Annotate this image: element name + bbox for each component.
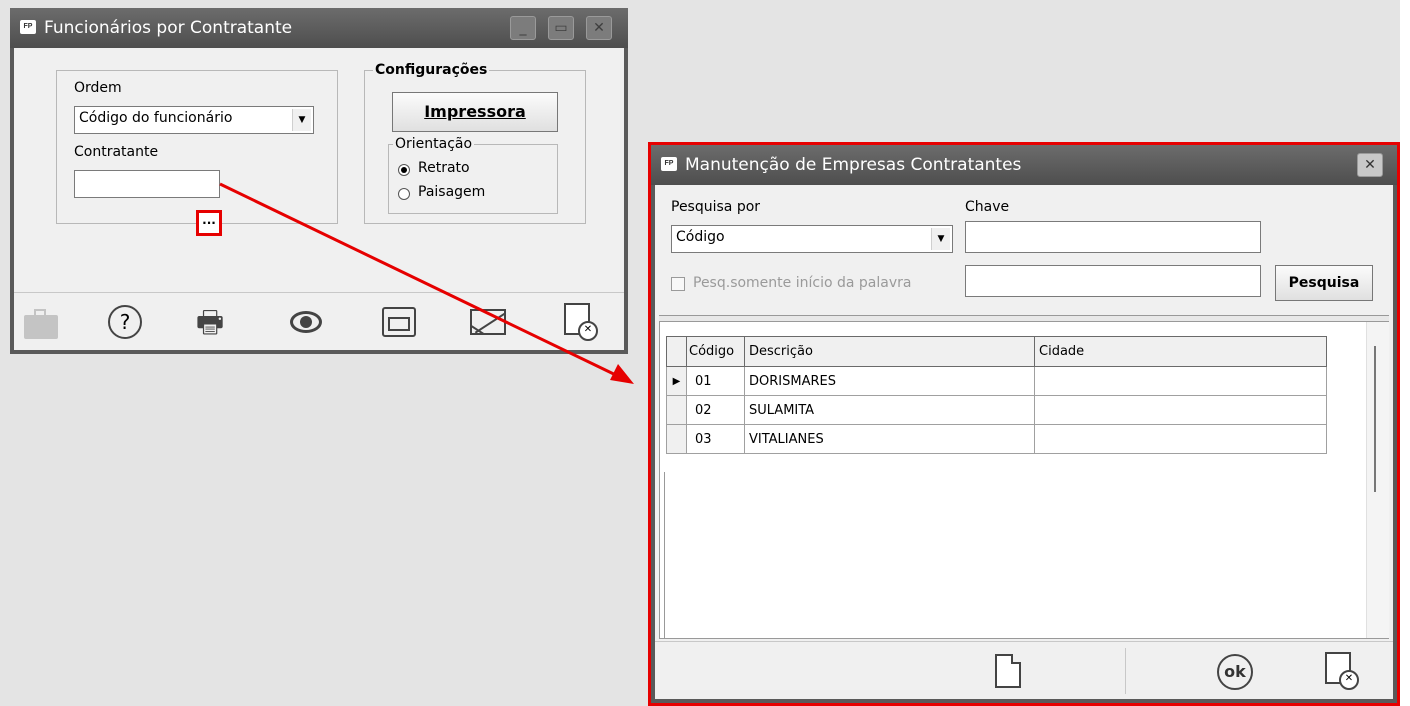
arrow-head — [610, 364, 634, 384]
scrollbar-thumb[interactable] — [1374, 346, 1376, 492]
close-icon[interactable]: ✕ — [1357, 153, 1383, 177]
close-document-icon[interactable]: ✕ — [1325, 652, 1359, 690]
pesquisa-por-select[interactable]: Código ▼ — [671, 225, 953, 253]
cell-descricao[interactable]: DORISMARES — [744, 366, 1035, 396]
cell-codigo[interactable]: 02 — [686, 395, 745, 425]
document-close-badge: ✕ — [1339, 670, 1359, 690]
ok-icon[interactable]: ok — [1217, 654, 1253, 690]
column-header-descricao[interactable]: Descrição — [744, 336, 1035, 367]
title-bar[interactable]: FP Manutenção de Empresas Contratantes ✕ — [651, 145, 1397, 185]
chave-label: Chave — [965, 199, 1010, 215]
window-client-area: Pesquisa por Código ▼ Chave Pesq.somente… — [655, 185, 1393, 699]
document-fold — [1011, 654, 1021, 664]
results-table: Código Descrição Cidade ▶ 01 DORISMARES … — [666, 336, 1327, 454]
new-document-icon[interactable] — [995, 654, 1021, 688]
row-indicator — [666, 424, 687, 454]
cell-descricao[interactable]: VITALIANES — [744, 424, 1035, 454]
pesquisa-button[interactable]: Pesquisa — [1275, 265, 1373, 301]
results-grid: Código Descrição Cidade ▶ 01 DORISMARES … — [659, 321, 1389, 639]
window-title: Manutenção de Empresas Contratantes — [685, 155, 1022, 175]
cell-descricao[interactable]: SULAMITA — [744, 395, 1035, 425]
app-icon: FP — [661, 157, 677, 171]
pesquisa-por-label: Pesquisa por — [671, 199, 761, 215]
chevron-down-icon[interactable]: ▼ — [931, 228, 950, 250]
bottom-toolbar: ok ✕ — [655, 641, 1393, 700]
column-header-cidade[interactable]: Cidade — [1034, 336, 1327, 367]
vertical-scrollbar[interactable] — [1366, 322, 1389, 638]
row-indicator — [666, 395, 687, 425]
indicator-header — [666, 336, 687, 367]
cell-cidade[interactable] — [1034, 395, 1327, 425]
window-manutencao-empresas: FP Manutenção de Empresas Contratantes ✕… — [651, 145, 1397, 703]
table-row[interactable]: 02 SULAMITA — [666, 395, 1327, 425]
column-header-codigo[interactable]: Código — [686, 336, 745, 367]
cell-cidade[interactable] — [1034, 424, 1327, 454]
search-secondary-input[interactable] — [965, 265, 1261, 297]
search-start-checkbox-label: Pesq.somente início da palavra — [693, 275, 912, 291]
row-selector-icon: ▶ — [666, 366, 687, 396]
cell-codigo[interactable]: 01 — [686, 366, 745, 396]
table-row[interactable]: ▶ 01 DORISMARES — [666, 366, 1327, 396]
toolbar-separator — [1125, 648, 1126, 694]
search-start-checkbox[interactable] — [671, 277, 685, 291]
cell-cidade[interactable] — [1034, 366, 1327, 396]
grid-left-edge — [660, 472, 665, 638]
grid-header-row: Código Descrição Cidade — [666, 336, 1327, 367]
arrow-line — [219, 182, 623, 380]
chave-input[interactable] — [965, 221, 1261, 253]
table-row[interactable]: 03 VITALIANES — [666, 424, 1327, 454]
cell-codigo[interactable]: 03 — [686, 424, 745, 454]
pesquisa-por-selected: Código — [676, 229, 725, 245]
